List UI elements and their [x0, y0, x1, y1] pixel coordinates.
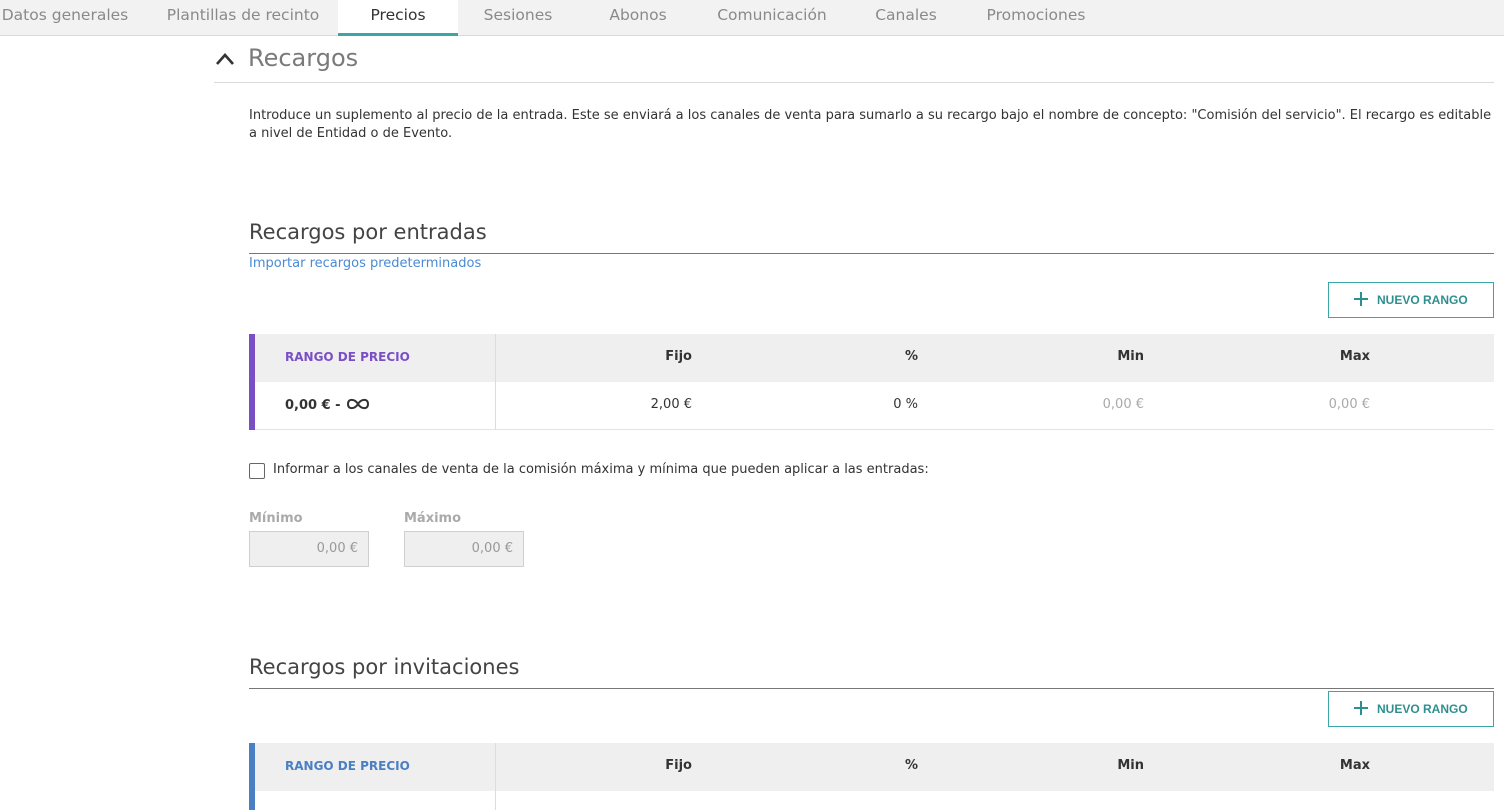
tab-promociones[interactable]: Promociones — [976, 0, 1096, 36]
cell-range: 0,00 € - — [285, 397, 371, 413]
tab-bar: Datos generales Plantillas de recinto Pr… — [0, 0, 1504, 36]
header-min: Min — [1117, 758, 1144, 773]
infinity-icon — [347, 398, 370, 410]
import-defaults-link[interactable]: Importar recargos predeterminados — [249, 256, 481, 271]
tab-abonos[interactable]: Abonos — [594, 0, 682, 36]
new-range-label: NUEVO RANGO — [1377, 702, 1468, 716]
header-fijo: Fijo — [665, 349, 692, 364]
table-accent-bar — [249, 334, 255, 430]
inform-checkbox[interactable] — [249, 463, 265, 479]
new-range-button-entradas[interactable]: NUEVO RANGO — [1328, 282, 1494, 318]
header-fijo: Fijo — [665, 758, 692, 773]
invitaciones-table: RANGO DE PRECIO Fijo % Min Max — [249, 743, 1494, 810]
column-divider — [495, 334, 496, 430]
section-intro: Introduce un suplemento al precio de la … — [249, 108, 1492, 141]
plus-icon — [1354, 292, 1368, 306]
range-text: 0,00 € - — [285, 398, 346, 413]
table-header: RANGO DE PRECIO Fijo % Min Max — [249, 334, 1494, 382]
tab-precios[interactable]: Precios — [338, 0, 458, 36]
chevron-up-icon[interactable] — [214, 50, 236, 68]
header-range: RANGO DE PRECIO — [285, 759, 410, 773]
invitaciones-title: Recargos por invitaciones — [249, 655, 1494, 689]
plus-icon — [1354, 701, 1368, 715]
tab-datos-generales[interactable]: Datos generales — [0, 0, 130, 36]
tab-plantillas-de-recinto[interactable]: Plantillas de recinto — [150, 0, 336, 36]
entradas-title: Recargos por entradas — [249, 220, 1494, 254]
cell-fijo: 2,00 € — [650, 397, 692, 412]
header-max: Max — [1339, 349, 1370, 364]
section-header: Recargos — [214, 40, 1494, 83]
minimo-label: Mínimo — [249, 511, 303, 526]
new-range-button-invitaciones[interactable]: NUEVO RANGO — [1328, 691, 1494, 727]
section-title: Recargos — [248, 44, 359, 72]
cell-max: 0,00 € — [1328, 397, 1370, 412]
maximo-label: Máximo — [404, 511, 462, 526]
maximo-input[interactable]: 0,00 € — [404, 531, 524, 567]
tab-canales[interactable]: Canales — [862, 0, 950, 36]
header-pct: % — [904, 349, 918, 364]
tab-sesiones[interactable]: Sesiones — [470, 0, 566, 36]
header-pct: % — [904, 758, 918, 773]
cell-min: 0,00 € — [1102, 397, 1144, 412]
tab-comunicacion[interactable]: Comunicación — [706, 0, 838, 36]
table-header: RANGO DE PRECIO Fijo % Min Max — [249, 743, 1494, 791]
column-divider — [495, 743, 496, 810]
header-range: RANGO DE PRECIO — [285, 350, 410, 364]
table-row[interactable]: 0,00 € - 2,00 € 0 % 0,00 € 0,00 € — [249, 382, 1494, 430]
cell-pct: 0 % — [893, 397, 918, 412]
entradas-table: RANGO DE PRECIO Fijo % Min Max 0,00 € - … — [249, 334, 1494, 430]
table-accent-bar — [249, 743, 255, 810]
header-max: Max — [1339, 758, 1370, 773]
new-range-label: NUEVO RANGO — [1377, 293, 1468, 307]
minimo-input[interactable]: 0,00 € — [249, 531, 369, 567]
header-min: Min — [1117, 349, 1144, 364]
inform-checkbox-label: Informar a los canales de venta de la co… — [273, 462, 929, 477]
